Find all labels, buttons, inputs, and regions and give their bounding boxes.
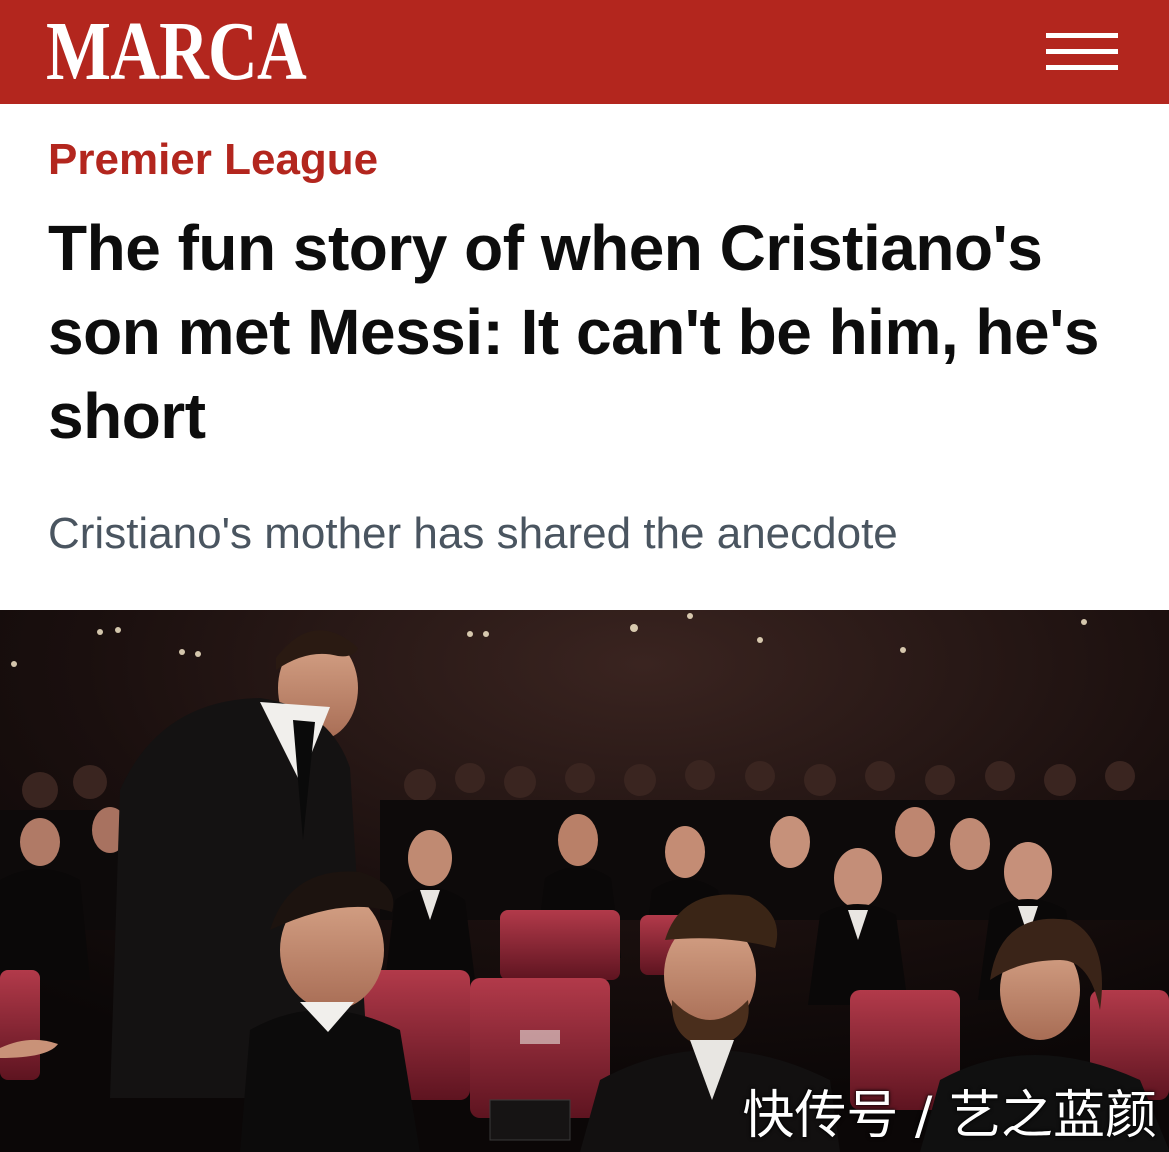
watermark-text: 快传号 / 艺之蓝颜 bbox=[742, 1086, 1157, 1146]
site-header: MARCA bbox=[0, 0, 1169, 104]
hamburger-menu-icon[interactable] bbox=[1046, 33, 1118, 71]
menu-line bbox=[1046, 49, 1118, 54]
article-photo: 快传号 / 艺之蓝颜 bbox=[0, 610, 1169, 1152]
article-category-link[interactable]: Premier League bbox=[48, 134, 378, 186]
article-subheadline: Cristiano's mother has shared the anecdo… bbox=[48, 509, 898, 558]
menu-line bbox=[1046, 65, 1118, 70]
gala-audience-photo bbox=[0, 610, 1169, 1152]
menu-line bbox=[1046, 33, 1118, 38]
article-headline: The fun story of when Cristiano's son me… bbox=[48, 212, 1099, 452]
marca-logo[interactable]: MARCA bbox=[46, 10, 307, 94]
